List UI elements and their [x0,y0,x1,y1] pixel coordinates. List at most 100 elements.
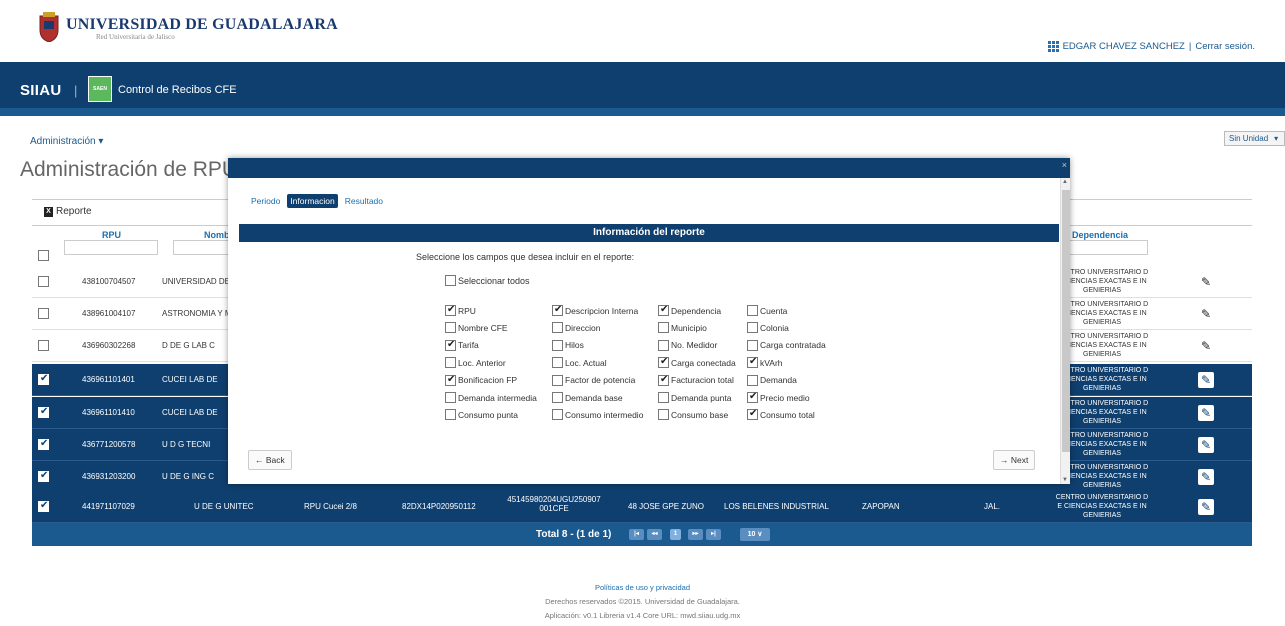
field-checkbox[interactable] [658,322,669,334]
filter-dependencia-input[interactable] [1068,240,1148,255]
field-option[interactable]: Factor de potencia [552,374,635,386]
unit-select[interactable]: Sin Unidad ▾ [1224,131,1285,146]
field-checkbox[interactable] [747,391,758,403]
field-checkbox[interactable] [445,374,456,386]
modal-scrollbar[interactable]: ▲ ▼ [1060,178,1070,484]
edit-icon[interactable]: ✎ [1198,306,1214,322]
last-page-button[interactable]: ▸| [706,529,721,540]
select-all-checkbox[interactable] [445,275,456,286]
first-page-button[interactable]: |◂ [629,529,644,540]
page-size-select[interactable]: 10 ∨ [740,528,770,541]
row-checkbox[interactable] [38,276,49,287]
field-option[interactable]: Consumo base [658,409,728,421]
field-checkbox[interactable] [445,304,456,316]
field-option[interactable]: Bonificacion FP [445,374,517,386]
field-option[interactable]: Tarifa [445,339,479,351]
row-checkbox[interactable] [38,438,49,450]
field-checkbox[interactable] [552,339,563,351]
next-button[interactable]: → Next [993,450,1036,470]
field-checkbox[interactable] [747,408,758,421]
row-checkbox[interactable] [38,308,49,319]
field-option[interactable]: Direccion [552,322,600,334]
field-checkbox[interactable] [747,374,758,386]
field-option[interactable]: Demanda [747,374,797,386]
field-checkbox[interactable] [445,339,456,351]
report-button[interactable]: X Reporte [44,206,92,217]
field-option[interactable]: Nombre CFE [445,322,508,334]
row-checkbox[interactable] [38,373,49,385]
field-checkbox[interactable] [552,409,563,421]
select-all-rows-checkbox[interactable] [38,250,49,261]
field-option[interactable]: Cuenta [747,305,787,316]
header-dependencia[interactable]: Dependencia [1072,230,1128,240]
tab-periodo[interactable]: Periodo [248,194,283,208]
field-checkbox[interactable] [445,322,456,334]
field-checkbox[interactable] [747,356,758,369]
field-checkbox[interactable] [658,409,669,421]
field-option[interactable]: Loc. Anterior [445,357,506,369]
field-option[interactable]: Precio medio [747,391,810,403]
scroll-up-icon[interactable]: ▲ [1062,179,1068,185]
field-checkbox[interactable] [445,409,456,421]
edit-icon[interactable]: ✎ [1198,372,1214,388]
field-option[interactable]: RPU [445,304,476,316]
edit-icon[interactable]: ✎ [1198,405,1214,421]
back-button[interactable]: ← Back [248,450,292,470]
field-checkbox[interactable] [658,392,669,403]
field-checkbox[interactable] [552,357,563,369]
next-page-button[interactable]: ▸▸ [688,529,703,540]
field-option[interactable]: kVArh [747,356,783,369]
field-checkbox[interactable] [552,322,563,334]
field-option[interactable]: Demanda base [552,392,623,403]
select-all-fields[interactable]: Seleccionar todos [445,275,530,286]
field-option[interactable]: Colonia [747,322,789,334]
close-icon[interactable]: × [1062,160,1067,170]
field-option[interactable]: No. Medidor [658,339,717,351]
filter-nombre-input[interactable] [173,240,233,255]
header-rpu[interactable]: RPU [102,230,121,240]
row-checkbox[interactable] [38,500,49,512]
edit-icon[interactable]: ✎ [1198,338,1214,354]
field-checkbox[interactable] [658,304,669,316]
edit-icon[interactable]: ✎ [1198,274,1214,290]
field-checkbox[interactable] [445,357,456,369]
row-checkbox[interactable] [38,470,49,482]
field-checkbox[interactable] [658,374,669,386]
field-option[interactable]: Demanda punta [658,392,732,403]
apps-grid-icon[interactable] [1047,41,1059,52]
filter-rpu-input[interactable] [64,240,158,255]
field-checkbox[interactable] [552,374,563,386]
field-checkbox[interactable] [658,339,669,351]
field-option[interactable]: Consumo punta [445,409,518,421]
scrollbar-thumb[interactable] [1062,190,1070,452]
field-option[interactable]: Dependencia [658,304,721,316]
field-option[interactable]: Facturacion total [658,374,734,386]
field-option[interactable]: Carga contratada [747,339,826,351]
field-option[interactable]: Carga conectada [658,356,736,369]
field-checkbox[interactable] [747,339,758,351]
row-checkbox[interactable] [38,340,49,351]
siiau-brand[interactable]: SIIAU [20,82,62,99]
tab-informacion[interactable]: Informacion [287,194,338,208]
edit-icon[interactable]: ✎ [1198,499,1214,515]
field-option[interactable]: Descripcion Interna [552,304,638,316]
tab-resultado[interactable]: Resultado [342,194,386,208]
prev-page-button[interactable]: ◂◂ [647,529,662,540]
edit-icon[interactable]: ✎ [1198,437,1214,453]
field-option[interactable]: Demanda intermedia [445,392,537,403]
page-1-button[interactable]: 1 [670,529,681,540]
field-option[interactable]: Municipio [658,322,707,334]
field-checkbox[interactable] [658,356,669,369]
field-checkbox[interactable] [552,392,563,403]
field-option[interactable]: Loc. Actual [552,357,607,369]
field-option[interactable]: Consumo intermedio [552,409,643,421]
admin-menu[interactable]: Administración ▾ [30,136,103,147]
field-option[interactable]: Consumo total [747,408,815,421]
field-option[interactable]: Hilos [552,339,584,351]
row-checkbox[interactable] [38,406,49,418]
table-row[interactable]: 441971107029 U DE G UNITEC RPU Cucei 2/8 82… [32,491,1252,523]
privacy-link[interactable]: Políticas de uso y privacidad [0,581,1285,595]
edit-icon[interactable]: ✎ [1198,469,1214,485]
user-name[interactable]: EDGAR CHAVEZ SANCHEZ [1063,41,1185,52]
field-checkbox[interactable] [552,304,563,316]
